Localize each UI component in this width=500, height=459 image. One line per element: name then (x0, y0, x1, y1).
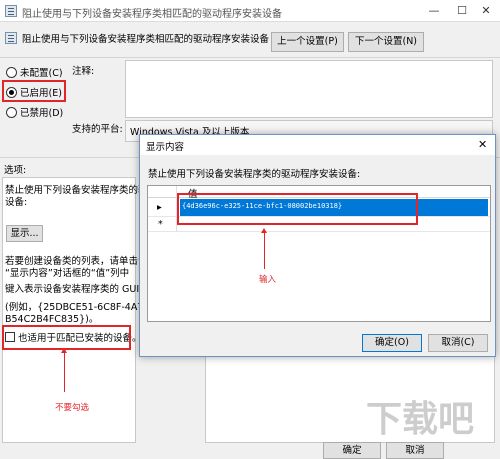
disabled-radio[interactable] (6, 107, 17, 118)
next-setting-button[interactable]: 下一个设置(N) (348, 32, 424, 52)
disabled-label: 已禁用(D) (20, 108, 64, 119)
dialog-close-icon[interactable]: ✕ (478, 138, 487, 151)
new-row-marker-icon: * (158, 219, 163, 230)
checkbox-highlight-box (2, 325, 131, 350)
help-line3: 键入表示设备安装程序类的 GUID (5, 284, 147, 295)
setting-name: 阻止使用与下列设备安装程序类相匹配的驱动程序安装设备 (22, 34, 270, 45)
platform-label: 支持的平台: (72, 124, 123, 135)
setting-icon (5, 32, 17, 44)
show-contents-dialog: 显示内容 ✕ 禁止使用下列设备安装程序类的驱动程序安装设备: 值 ▸ {4d36… (139, 134, 496, 357)
ok-button[interactable]: 确定 (323, 442, 381, 459)
comment-label: 注释: (72, 66, 95, 77)
uncheck-arrow-head (61, 348, 67, 353)
value-highlight-box (177, 193, 418, 225)
dialog-title-bar: 显示内容 ✕ (140, 135, 495, 155)
policy-app-icon (5, 5, 17, 17)
not-configured-radio[interactable] (6, 67, 17, 78)
cancel-button[interactable]: 取消 (386, 442, 444, 459)
dialog-instruction: 禁止使用下列设备安装程序类的驱动程序安装设备: (148, 169, 361, 180)
options-description-line2: 设备: (5, 197, 28, 208)
dialog-ok-button[interactable]: 确定(O) (362, 334, 422, 352)
minimize-icon[interactable]: — (420, 0, 448, 22)
close-icon[interactable]: ✕ (472, 0, 500, 22)
input-note: 输入 (259, 275, 277, 285)
uncheck-arrow-line (64, 351, 65, 392)
example-line2: B54C2B4FC835})。 (5, 314, 99, 325)
current-row-marker-icon: ▸ (157, 202, 162, 213)
show-button[interactable]: 显示... (6, 225, 43, 242)
comment-textbox[interactable] (125, 60, 493, 118)
not-configured-label: 未配置(C) (20, 68, 63, 79)
input-arrow-line (264, 231, 265, 269)
uncheck-note: 不要勾选 (55, 403, 90, 413)
input-arrow-head (261, 228, 267, 233)
title-bar: 阻止使用与下列设备安装程序类相匹配的驱动程序安装设备 — ☐ ✕ (0, 0, 500, 22)
enabled-highlight-box (2, 80, 66, 102)
prev-setting-button[interactable]: 上一个设置(P) (271, 32, 344, 52)
help-line2: “显示内容”对话框的“值”列中 (5, 268, 130, 279)
window-title: 阻止使用与下列设备安装程序类相匹配的驱动程序安装设备 (22, 9, 282, 20)
dialog-cancel-button[interactable]: 取消(C) (428, 334, 488, 352)
watermark-text: 下载吧 (366, 399, 475, 440)
watermark-logo: 下载吧 (366, 390, 474, 442)
header-divider (0, 57, 500, 58)
options-label: 选项: (4, 165, 27, 176)
dialog-title: 显示内容 (146, 142, 185, 153)
